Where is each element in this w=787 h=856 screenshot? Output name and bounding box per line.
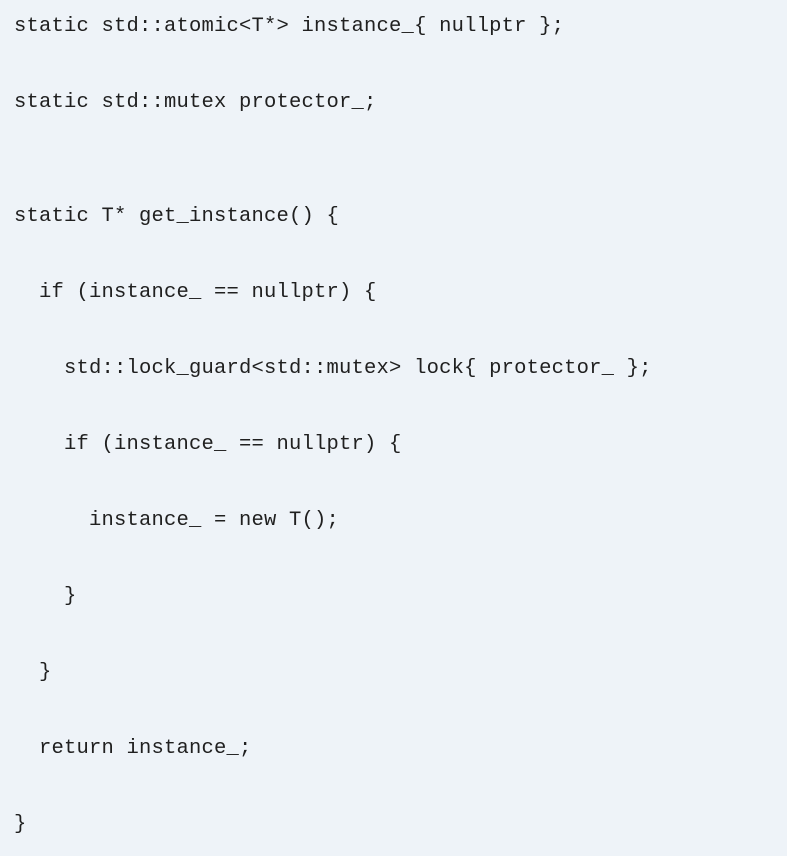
code-line: std::lock_guard<std::mutex> lock{ protec… — [14, 350, 773, 388]
code-line: if (instance_ == nullptr) { — [14, 274, 773, 312]
code-line: instance_ = new T(); — [14, 502, 773, 540]
code-line: } — [14, 654, 773, 692]
code-block: static std::atomic<T*> instance_{ nullpt… — [0, 0, 787, 856]
code-line: static T* get_instance() { — [14, 198, 773, 236]
code-line: if (instance_ == nullptr) { — [14, 426, 773, 464]
code-line: } — [14, 806, 773, 844]
code-line: } — [14, 578, 773, 616]
code-line: static std::mutex protector_; — [14, 84, 773, 122]
code-line: return instance_; — [14, 730, 773, 768]
code-line: static std::atomic<T*> instance_{ nullpt… — [14, 8, 773, 46]
